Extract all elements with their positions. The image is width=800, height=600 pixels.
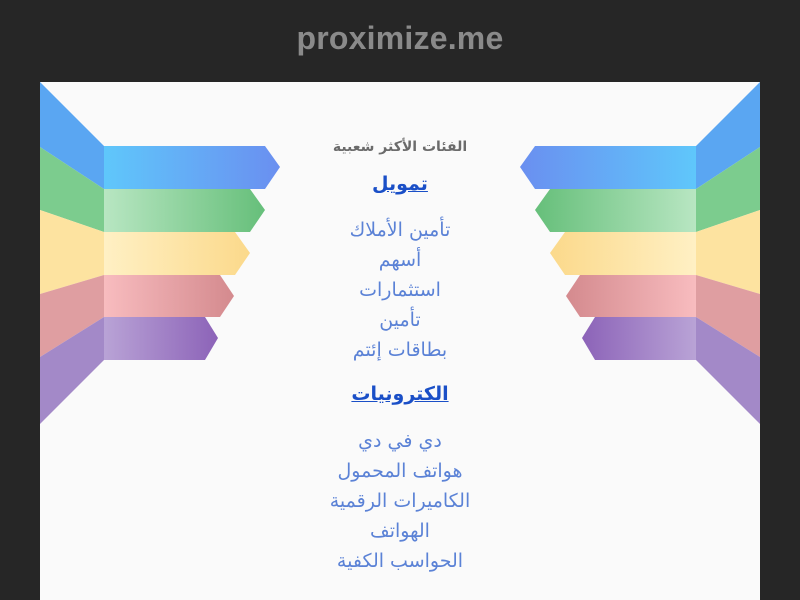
sub-link-label[interactable]: أسهم (379, 249, 422, 271)
sub-link-dvd: دي في دي (40, 430, 760, 452)
sub-link-label[interactable]: استثمارات (359, 279, 441, 301)
category-title-electronics: الكترونيات (40, 383, 760, 405)
sub-link-label[interactable]: تأمين (379, 309, 420, 331)
sub-link-phones: الهواتف (40, 520, 760, 542)
sub-link-label[interactable]: الكاميرات الرقمية (330, 490, 471, 512)
sub-link-mobile-phones: هواتف المحمول (40, 460, 760, 482)
popular-categories-heading: الفئات الأكثر شعبية (332, 139, 468, 155)
sub-link-label[interactable]: دي في دي (358, 430, 442, 452)
sub-link-digital-cameras: الكاميرات الرقمية (40, 490, 760, 512)
sub-link-label[interactable]: تأمين الأملاك (350, 219, 451, 241)
category-link-finance[interactable]: تمويل (372, 173, 428, 195)
sub-link-label[interactable]: بطاقات إئتم (353, 339, 447, 361)
domain-title: proximize.me (296, 19, 504, 56)
sub-link-property-insurance: تأمين الأملاك (40, 219, 760, 241)
sub-link-label[interactable]: الهواتف (370, 520, 430, 542)
category-title-finance: تمويل (40, 173, 760, 195)
content-panel: الفئات الأكثر شعبية تمويل تأمين الأملاك … (40, 82, 760, 600)
sub-link-insurance: تأمين (40, 309, 760, 331)
sub-link-investments: استثمارات (40, 279, 760, 301)
sub-link-label[interactable]: هواتف المحمول (337, 460, 462, 482)
sub-link-label[interactable]: الحواسب الكفية (337, 550, 463, 572)
sub-link-credit-cards: بطاقات إئتم (40, 339, 760, 361)
page-header: proximize.me (0, 0, 800, 82)
sub-link-stocks: أسهم (40, 249, 760, 271)
category-link-electronics[interactable]: الكترونيات (351, 383, 448, 405)
sub-link-handheld-computers: الحواسب الكفية (40, 550, 760, 572)
